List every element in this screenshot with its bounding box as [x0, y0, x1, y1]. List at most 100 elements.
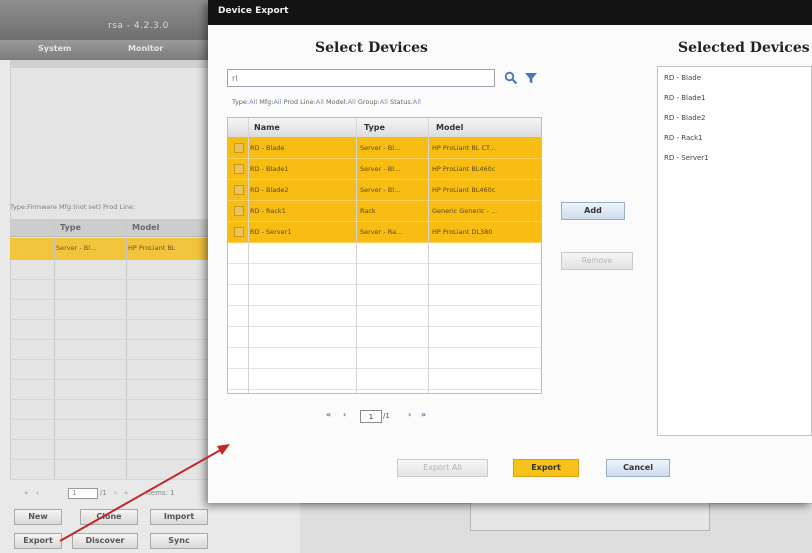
table-pager: « ‹ /1 › »	[326, 410, 466, 424]
filter-status-value[interactable]: All	[413, 98, 421, 106]
menu-system[interactable]: System	[38, 44, 71, 53]
table-row	[10, 280, 210, 300]
filter-group-value[interactable]: All	[380, 98, 388, 106]
next-page-icon[interactable]: ›	[408, 410, 411, 419]
last-page-icon[interactable]: »	[124, 489, 128, 497]
filter-icon[interactable]	[524, 71, 538, 85]
discover-button[interactable]: Discover	[72, 533, 138, 549]
background-selected-row[interactable]: Server - Bl... HP ProLiant BL	[10, 238, 210, 260]
table-row	[10, 360, 210, 380]
filter-prodline-value[interactable]: All	[316, 98, 324, 106]
table-row[interactable]: RD - Rack1 Rack Generic Generic - ...	[228, 201, 541, 222]
background-row-type: Server - Bl...	[56, 244, 97, 252]
table-row	[10, 440, 210, 460]
table-row	[10, 300, 210, 320]
row-checkbox[interactable]	[234, 164, 244, 174]
background-page-input[interactable]: 1	[68, 488, 98, 499]
background-row-model: HP ProLiant BL	[128, 244, 176, 252]
filter-status-label: Status:	[390, 98, 413, 106]
filter-model-value[interactable]: All	[348, 98, 356, 106]
row-type: Server - Ra...	[360, 228, 403, 236]
row-model: Generic Generic - ...	[432, 207, 498, 215]
filter-mfg-value[interactable]: All	[273, 98, 281, 106]
table-row	[10, 340, 210, 360]
new-button[interactable]: New	[14, 509, 62, 525]
clone-button[interactable]: Clone	[80, 509, 138, 525]
row-checkbox[interactable]	[234, 227, 244, 237]
export-device-button[interactable]: Export	[14, 533, 62, 549]
empty-row	[228, 264, 541, 285]
background-app-title: rsa - 4.2.3.0	[108, 21, 169, 31]
column-divider	[248, 118, 249, 393]
table-row	[10, 420, 210, 440]
table-row[interactable]: RD - Blade1 Server - Bl... HP ProLiant B…	[228, 159, 541, 180]
table-row	[10, 260, 210, 280]
table-row[interactable]: RD - Server1 Server - Ra... HP ProLiant …	[228, 222, 541, 243]
dialog-title-bar[interactable]: Device Export	[208, 0, 812, 25]
filter-summary[interactable]: Type:All Mfg:All Prod Line:All Model:All…	[232, 98, 421, 106]
first-page-icon[interactable]: «	[24, 489, 28, 497]
background-col-model[interactable]: Model	[132, 223, 159, 232]
selected-devices-list: RD - Blade RD - Blade1 RD - Blade2 RD - …	[657, 66, 812, 436]
row-checkbox[interactable]	[234, 206, 244, 216]
list-item[interactable]: RD - Rack1	[664, 134, 703, 142]
filter-type-value[interactable]: All	[249, 98, 257, 106]
row-name: RD - Rack1	[250, 207, 286, 215]
list-item[interactable]: RD - Blade2	[664, 114, 705, 122]
column-header-type[interactable]: Type	[364, 123, 385, 132]
filter-group-label: Group:	[357, 98, 380, 106]
list-item[interactable]: RD - Blade1	[664, 94, 705, 102]
background-items-count: Items: 1	[146, 489, 175, 497]
row-checkbox[interactable]	[234, 185, 244, 195]
page-total: /1	[383, 412, 390, 420]
table-row	[10, 400, 210, 420]
column-header-name[interactable]: Name	[254, 123, 280, 132]
list-item[interactable]: RD - Blade	[664, 74, 701, 82]
background-panel-header	[10, 60, 210, 68]
row-model: HP ProLiant BL460c	[432, 186, 496, 194]
sync-button[interactable]: Sync	[150, 533, 208, 549]
filter-prodline-label: Prod Line:	[283, 98, 316, 106]
prev-page-icon[interactable]: ‹	[36, 489, 39, 497]
first-page-icon[interactable]: «	[326, 410, 331, 419]
row-name: RD - Blade2	[250, 186, 289, 194]
cancel-button[interactable]: Cancel	[606, 459, 670, 477]
import-button[interactable]: Import	[150, 509, 208, 525]
table-row[interactable]: RD - Blade Server - Bl... HP ProLiant BL…	[228, 138, 541, 159]
menu-monitor[interactable]: Monitor	[128, 44, 163, 53]
background-col-type[interactable]: Type	[60, 223, 81, 232]
row-model: HP ProLiant BL460c	[432, 165, 496, 173]
row-name: RD - Blade1	[250, 165, 289, 173]
empty-row	[228, 285, 541, 306]
last-page-icon[interactable]: »	[421, 410, 426, 419]
row-name: RD - Blade	[250, 144, 285, 152]
export-button[interactable]: Export	[513, 459, 579, 477]
column-header-model[interactable]: Model	[436, 123, 463, 132]
column-divider	[428, 118, 429, 393]
background-filter-line[interactable]: Type:Firmware Mfg:(not set) Prod Line:	[10, 203, 135, 211]
selected-devices-heading: Selected Devices	[678, 40, 810, 56]
search-icon[interactable]	[504, 71, 518, 85]
page-number-input[interactable]	[360, 410, 382, 423]
prev-page-icon[interactable]: ‹	[343, 410, 346, 419]
table-row	[10, 380, 210, 400]
add-button[interactable]: Add	[561, 202, 625, 220]
row-name: RD - Server1	[250, 228, 292, 236]
table-row[interactable]: RD - Blade2 Server - Bl... HP ProLiant B…	[228, 180, 541, 201]
next-page-icon[interactable]: ›	[114, 489, 117, 497]
row-model: HP ProLiant DL380	[432, 228, 493, 236]
list-item[interactable]: RD - Server1	[664, 154, 709, 162]
filter-mfg-label: Mfg:	[259, 98, 274, 106]
row-checkbox[interactable]	[234, 143, 244, 153]
row-type: Server - Bl...	[360, 186, 401, 194]
remove-button[interactable]: Remove	[561, 252, 633, 270]
export-all-button[interactable]: Export All	[397, 459, 488, 477]
row-type: Server - Bl...	[360, 144, 401, 152]
background-table-header	[10, 219, 210, 237]
column-divider	[356, 118, 357, 393]
table-row	[10, 320, 210, 340]
row-model: HP ProLiant BL CT...	[432, 144, 496, 152]
device-export-dialog: Device Export Select Devices Selected De…	[208, 0, 812, 503]
search-input[interactable]	[227, 69, 495, 87]
dialog-title: Device Export	[218, 6, 289, 16]
